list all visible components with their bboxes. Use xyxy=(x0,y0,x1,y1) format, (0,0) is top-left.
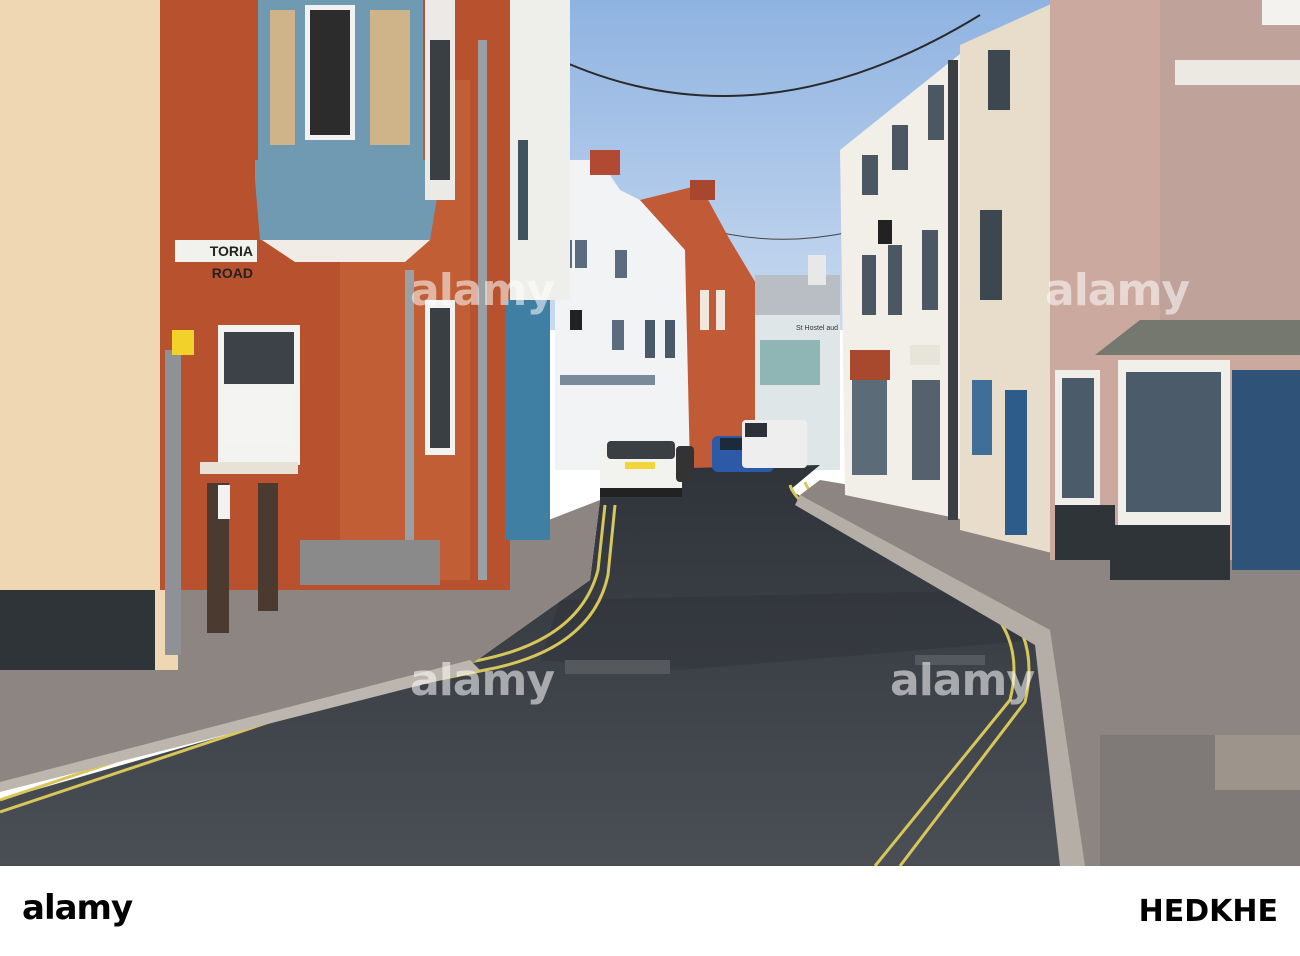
alamy-footer-bar: alamy HEDKHE xyxy=(0,866,1300,956)
blue-shopfront xyxy=(505,300,550,540)
shop-sign: St Hostel aud xyxy=(796,325,838,332)
cream-building-left xyxy=(0,0,178,670)
street-lamp xyxy=(570,310,582,330)
watermark-right: alamy xyxy=(1045,265,1190,316)
drain-cover xyxy=(565,660,670,674)
dark-car xyxy=(676,446,694,482)
parked-white-car xyxy=(600,440,682,497)
bollard xyxy=(258,483,278,611)
stock-image-code: HEDKHE xyxy=(1138,894,1278,929)
posted-notice xyxy=(218,485,230,519)
watermark-left: alamy xyxy=(410,265,555,316)
stock-photo: St Hostel aud TORIA ROAD alamy alamy ala… xyxy=(0,0,1300,956)
watermark-bottom-left: alamy xyxy=(410,655,555,706)
street-scene: St Hostel aud xyxy=(0,0,1300,866)
white-van xyxy=(742,420,807,468)
watermark-bottom-right: alamy xyxy=(890,655,1035,706)
alamy-logo: alamy xyxy=(22,888,133,928)
street-name-sign: TORIA ROAD xyxy=(175,240,257,281)
signpost xyxy=(165,350,181,655)
parking-sign xyxy=(172,330,194,355)
